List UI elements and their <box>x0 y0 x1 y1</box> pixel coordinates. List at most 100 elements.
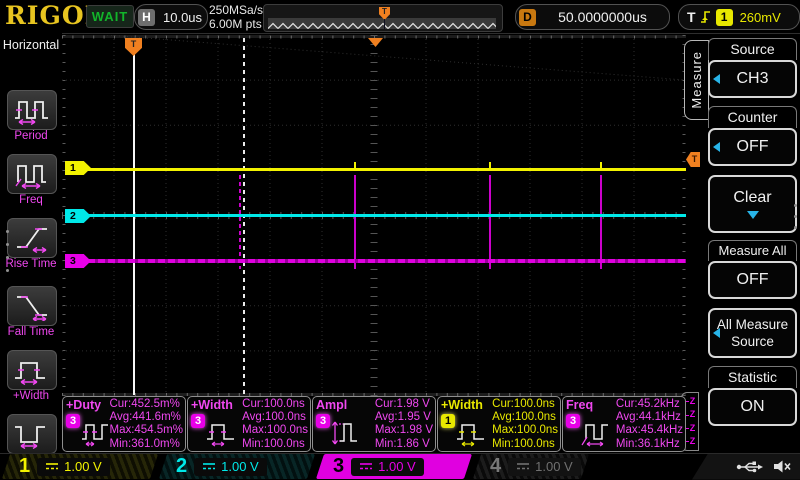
pos-width-icon <box>12 355 52 385</box>
all-measure-source-button[interactable]: All Measure Source <box>708 308 797 358</box>
measurement-name: +Width <box>441 398 483 412</box>
measurement-values: Cur:452.5m%Avg:441.6m% Max:454.5m%Min:36… <box>109 398 183 451</box>
measurement-values: Cur:100.0nsAvg:100.0ns Max:100.0nsMin:10… <box>492 398 558 451</box>
measure-type-sidebar: Horizontal Period Freq Rise Time Fall Ti <box>0 33 62 480</box>
statistic-value: ON <box>741 398 765 416</box>
ch3-trace <box>68 259 686 263</box>
measure-all-value: OFF <box>737 271 769 289</box>
d-label: D <box>519 9 536 26</box>
channel3-status-block-selected[interactable]: 3 1.00 V <box>316 454 472 479</box>
counter-button[interactable]: OFF <box>708 128 797 166</box>
measurement-values: Cur:1.98 VAvg:1.95 V Max:1.98 VMin:1.86 … <box>375 398 433 451</box>
freq-label: Freq <box>0 194 62 206</box>
measurement-name: Freq <box>566 398 593 412</box>
measure-all-group: Measure All OFF <box>708 240 797 299</box>
speaker-muted-icon <box>773 459 792 474</box>
clear-group: Clear <box>708 175 797 233</box>
ch1-pulse-blip <box>354 162 356 168</box>
measurement-source-badge: 3 <box>316 414 330 428</box>
measurement-cell-pduty: +Duty 3 Cur:452.5m%Avg:441.6m% Max:454.5… <box>62 396 186 452</box>
waveform-display-area: 1 2 3 T <box>62 35 686 396</box>
ch2-trace <box>68 214 686 217</box>
frequency-icon <box>580 418 614 448</box>
channel2-status-block[interactable]: 2 1.00 V <box>159 454 315 479</box>
memory-depth: 6.00M pts <box>209 17 263 31</box>
source-title: Source <box>708 38 797 60</box>
zigzag-waveform-icon <box>268 20 496 31</box>
ch3-pulse-spike <box>600 175 602 269</box>
measurement-source-badge: 1 <box>441 414 455 428</box>
all-measure-source-group: All Measure Source <box>708 308 797 358</box>
rise-time-label: Rise Time <box>0 258 62 270</box>
measure-all-title: Measure All <box>708 240 797 261</box>
acquisition-status-badge: WAIT <box>86 5 134 28</box>
pos-width-icon <box>205 418 239 448</box>
neg-width-measure-button[interactable] <box>7 414 57 454</box>
period-icon <box>12 95 52 125</box>
ch3-pulse-spike <box>354 175 356 269</box>
waveform-overview-thumbnail[interactable]: T <box>263 4 503 32</box>
rise-time-icon <box>12 223 52 253</box>
io-status-panel <box>692 454 800 480</box>
ch1-pulse-blip <box>489 162 491 168</box>
trigger-level-marker[interactable]: T <box>686 152 700 167</box>
measurement-name: +Duty <box>66 398 101 412</box>
overview-waveform-band <box>268 18 496 29</box>
sidebar-page-dot <box>6 243 9 246</box>
timebase-value: 10.0us <box>163 10 202 25</box>
period-label: Period <box>0 130 62 142</box>
measurement-values: Cur:100.0nsAvg:100.0ns Max:100.0nsMin:10… <box>242 398 308 451</box>
fall-time-icon <box>12 291 52 321</box>
left-arrow-icon <box>713 74 720 84</box>
channel1-number: 1 <box>19 454 30 479</box>
trigger-level-value: 260mV <box>740 10 781 25</box>
pos-width-measure-button[interactable] <box>7 350 57 390</box>
freq-icon <box>12 159 52 189</box>
channel4-scale: 1.00 V <box>535 459 573 474</box>
menu-page-dot <box>794 204 797 207</box>
channel4-status-block-off[interactable]: 4 1.00 V <box>473 454 589 479</box>
measurement-cell-freq: Freq 3 Cur:45.2kHzAvg:44.1kHz Max:45.4kH… <box>562 396 686 452</box>
fall-time-label: Fall Time <box>0 326 62 338</box>
rise-time-measure-button[interactable] <box>7 218 57 258</box>
trigger-readout-box[interactable]: T 1 260mV <box>678 4 800 30</box>
counter-title: Counter <box>708 106 797 128</box>
channel3-number: 3 <box>333 454 344 479</box>
source-button[interactable]: CH3 <box>708 60 797 98</box>
measurement-values: Cur:45.2kHzAvg:44.1kHz Max:45.4kHzMin:36… <box>616 398 683 451</box>
channel2-number: 2 <box>176 454 187 479</box>
clear-button[interactable]: Clear <box>708 175 797 233</box>
fall-time-measure-button[interactable] <box>7 286 57 326</box>
statistic-group: Statistic ON <box>708 366 797 426</box>
channel1-scale: 1.00 V <box>64 459 102 474</box>
pos-width-label: +Width <box>0 390 62 402</box>
left-arrow-icon <box>713 142 720 152</box>
dc-coupling-icon <box>359 462 373 471</box>
sidebar-page-dot <box>6 269 9 272</box>
all-measure-line1: All Measure <box>717 316 788 333</box>
ch1-pulse-blip <box>600 162 602 168</box>
measurement-source-badge: 3 <box>566 414 580 428</box>
freq-measure-button[interactable] <box>7 154 57 194</box>
sample-rate-readout: 250MSa/s 6.00M pts <box>209 3 263 31</box>
statistic-button[interactable]: ON <box>708 388 797 426</box>
measurement-cell-ampl: Ampl 3 Cur:1.98 VAvg:1.95 V Max:1.98 VMi… <box>312 396 436 452</box>
ch3-pulse-spike <box>239 175 241 269</box>
tab-measure[interactable]: Measure <box>684 40 709 120</box>
left-arrow-icon <box>713 328 720 338</box>
measurement-source-badge: 3 <box>66 414 80 428</box>
source-group: Source CH3 <box>708 38 797 98</box>
period-measure-button[interactable] <box>7 90 57 130</box>
clear-label: Clear <box>733 189 771 207</box>
horizontal-timebase-box[interactable]: H 10.0us <box>134 4 208 30</box>
channel1-status-block[interactable]: 1 1.00 V <box>2 454 158 479</box>
measurement-name: +Width <box>191 398 233 412</box>
channel2-scale: 1.00 V <box>221 459 259 474</box>
trigger-position-thumb-line <box>384 19 385 29</box>
delay-readout-box[interactable]: D 50.0000000us <box>515 4 670 30</box>
counter-value: OFF <box>737 138 769 156</box>
neg-width-icon <box>12 419 52 449</box>
measure-all-button[interactable]: OFF <box>708 261 797 299</box>
dc-coupling-icon <box>516 462 530 471</box>
top-status-bar: RIGOL WAIT H 10.0us 250MSa/s 6.00M pts T… <box>0 0 800 34</box>
